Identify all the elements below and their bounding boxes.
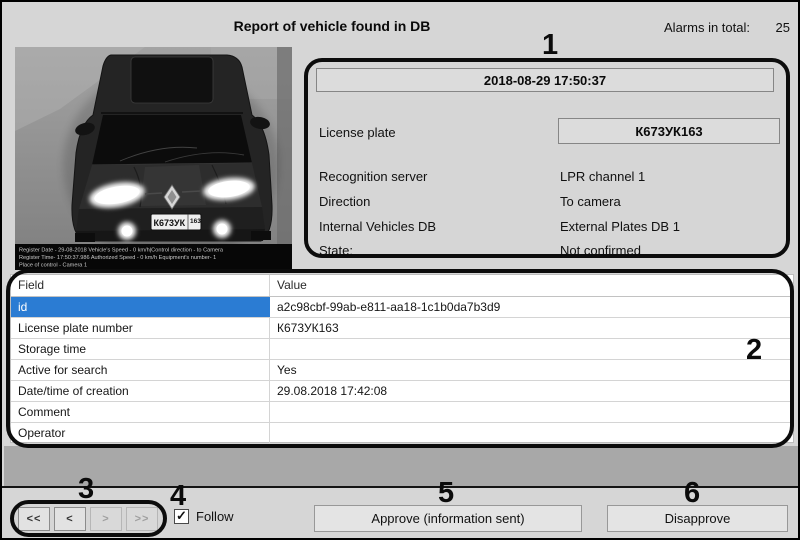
cell-field: id [11,297,270,317]
alarms-total-label: Alarms in total: [632,20,750,35]
cell-value [270,339,793,359]
cell-field: License plate number [11,318,270,338]
cell-field: Comment [11,402,270,422]
cell-value: Yes [270,360,793,380]
column-header-field: Field [11,275,270,296]
callout-number-3: 3 [78,475,94,504]
license-plate-label: License plate [319,125,396,140]
direction-value: To camera [560,194,621,209]
photo-plate-region: 163 [190,218,201,225]
internal-vehicles-db-value: External Plates DB 1 [560,219,680,234]
table-row-comment[interactable]: Comment [11,402,793,423]
table-row-storage-time[interactable]: Storage time [11,339,793,360]
state-value: Not confirmed [560,243,641,258]
cell-value [270,402,793,422]
cell-value: a2c98cbf-99ab-e811-aa18-1c1b0da7b3d9 [270,297,793,317]
recognition-server-value: LPR channel 1 [560,169,645,184]
table-header-row: Field Value [11,275,793,297]
follow-label: Follow [196,509,234,524]
license-plate-field: К673УК163 [558,118,780,144]
disapprove-button[interactable]: Disapprove [607,505,788,532]
nav-last-button[interactable]: >> [126,507,158,531]
alarms-total-count: 25 [760,20,790,35]
callout-number-2: 2 [746,336,762,365]
cell-field: Active for search [11,360,270,380]
nav-next-button[interactable]: > [90,507,122,531]
table-row-id[interactable]: id a2c98cbf-99ab-e811-aa18-1c1b0da7b3d9 [11,297,793,318]
cell-value: 29.08.2018 17:42:08 [270,381,793,401]
photo-overlay-line2: Register Time- 17:50:37.986 Authorized S… [19,255,216,261]
nav-first-button[interactable]: << [18,507,50,531]
table-row-date-time-of-creation[interactable]: Date/time of creation 29.08.2018 17:42:0… [11,381,793,402]
state-label: State: [319,243,353,258]
table-row-license-plate-number[interactable]: License plate number К673УК163 [11,318,793,339]
callout-number-1: 1 [542,31,558,60]
cell-value [270,423,793,443]
vehicle-photo-image: К673УК 163 Register Date - 29-08-2018 Ve… [15,47,292,270]
callout-number-6: 6 [684,479,700,508]
recognition-server-label: Recognition server [319,169,427,184]
table-row-active-for-search[interactable]: Active for search Yes [11,360,793,381]
report-window: Report of vehicle found in DB Alarms in … [0,0,800,540]
cell-field: Storage time [11,339,270,359]
cell-value: К673УК163 [270,318,793,338]
photo-overlay-line3: Place of control - Camera 1 [19,263,87,269]
direction-label: Direction [319,194,370,209]
vehicle-photo: К673УК 163 Register Date - 29-08-2018 Ve… [15,47,292,270]
approve-button[interactable]: Approve (information sent) [314,505,582,532]
cell-field: Operator [11,423,270,443]
photo-overlay-line1: Register Date - 29-08-2018 Vehicle's Spe… [19,248,224,254]
callout-number-5: 5 [438,479,454,508]
internal-vehicles-db-label: Internal Vehicles DB [319,219,436,234]
cell-field: Date/time of creation [11,381,270,401]
bottom-separator-line [2,486,800,488]
callout-number-4: 4 [170,482,186,511]
event-timestamp-field: 2018-08-29 17:50:37 [316,68,774,92]
photo-plate-text: К673УК [154,218,186,228]
table-row-operator[interactable]: Operator [11,423,793,444]
lower-gray-panel [4,446,798,486]
page-title: Report of vehicle found in DB [142,18,522,34]
nav-prev-button[interactable]: < [54,507,86,531]
properties-table: Field Value id a2c98cbf-99ab-e811-aa18-1… [10,274,794,443]
column-header-value: Value [270,275,793,296]
